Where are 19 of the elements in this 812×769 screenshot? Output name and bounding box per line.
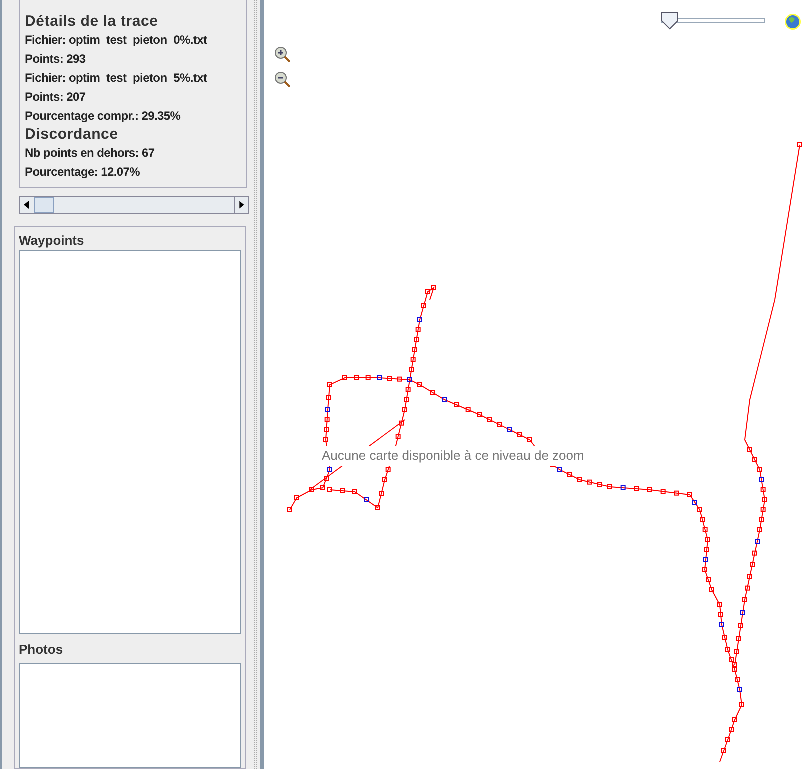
section-heading: Discordance: [25, 126, 120, 144]
slider-thumb[interactable]: [660, 12, 679, 30]
globe-icon[interactable]: [784, 13, 802, 31]
detail-line: Points: 207: [25, 89, 87, 106]
detail-line: Fichier: optim_test_pieton_5%.txt: [25, 70, 208, 87]
detail-line: Pourcentage: 12.07%: [25, 164, 142, 181]
zoom-out-icon[interactable]: [274, 71, 291, 88]
horizontal-scrollbar[interactable]: [19, 196, 249, 214]
detail-line: Nb points en dehors: 67: [25, 145, 156, 162]
detail-line: Fichier: optim_test_pieton_0%.txt: [25, 32, 208, 49]
scroll-thumb[interactable]: [34, 197, 54, 213]
detail-line: Points: 293: [25, 51, 87, 68]
panel-title: Waypoints: [19, 233, 86, 249]
section-heading: Détails de la trace: [25, 13, 160, 31]
zoom-in-icon[interactable]: [274, 46, 291, 63]
photos-list[interactable]: [19, 663, 241, 768]
map-message: Aucune carte disponible à ce niveau de zoom: [322, 446, 584, 466]
detail-line: Pourcentage compr.: 29.35%: [25, 108, 182, 125]
panel-title: Photos: [19, 642, 64, 657]
